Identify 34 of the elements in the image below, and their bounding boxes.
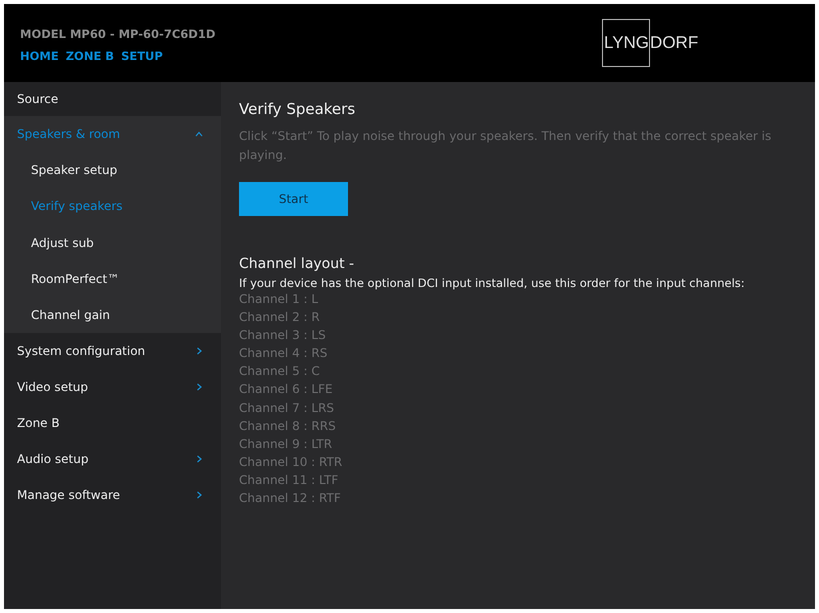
- sidebar-subitem[interactable]: Channel gain: [4, 297, 221, 334]
- channel-entry: Channel 3 : LS: [239, 327, 327, 344]
- description: Click “Start” To play noise through your speakers. Then verify that the correct speaker is playing.: [239, 128, 772, 164]
- channel-entry: Channel 5 : C: [239, 363, 321, 380]
- sidebar-subitem[interactable]: RoomPerfect™: [4, 260, 221, 298]
- channel-entry: Channel 1 : L: [239, 291, 320, 308]
- channel-entry: Channel 7 : LRS: [239, 400, 336, 417]
- model-name: MODEL MP60 - MP-60-7C6D1D: [20, 27, 216, 41]
- channel-entry: Channel 4 : RS: [239, 345, 328, 362]
- channel-entry: Channel 8 : RRS: [239, 418, 337, 435]
- channel-entry: Channel 9 : LTR: [239, 436, 334, 453]
- channel-entry: Channel 10 : RTR: [239, 454, 344, 471]
- nav-link[interactable]: ZONE B: [66, 49, 114, 63]
- sidebar-item[interactable]: System configuration: [4, 333, 221, 370]
- channel-entry: Channel 11 : LTF: [239, 472, 340, 489]
- sidebar-subitem[interactable]: Adjust sub: [4, 224, 221, 261]
- logo: LYNGDORF: [602, 19, 698, 67]
- section-title: Verify Speakers: [239, 100, 356, 118]
- channel-entry: Channel 2 : R: [239, 309, 321, 326]
- sidebar-item[interactable]: Video setup: [4, 369, 221, 406]
- sidebar-item[interactable]: Speakers & room: [4, 116, 221, 152]
- layout-note: If your device has the optional DCI input installed, use this order for the input channels:: [239, 276, 746, 290]
- channel-entry: Channel 12 : RTF: [239, 490, 342, 508]
- sidebar-item[interactable]: Zone B: [4, 405, 221, 442]
- sidebar-subitem[interactable]: Speaker setup: [4, 152, 221, 188]
- start-button[interactable]: Start: [239, 182, 348, 216]
- nav-link[interactable]: HOME: [20, 49, 59, 63]
- sidebar-item[interactable]: Audio setup: [4, 441, 221, 478]
- channel-entry: Channel 6 : LFE: [239, 381, 334, 398]
- channel-layout-title: Channel layout -: [239, 256, 356, 272]
- sidebar-subitem[interactable]: Verify speakers: [4, 188, 221, 225]
- sidebar-item[interactable]: Source: [4, 82, 221, 116]
- nav-link[interactable]: SETUP: [121, 49, 163, 63]
- sidebar-item[interactable]: Manage software: [4, 477, 221, 514]
